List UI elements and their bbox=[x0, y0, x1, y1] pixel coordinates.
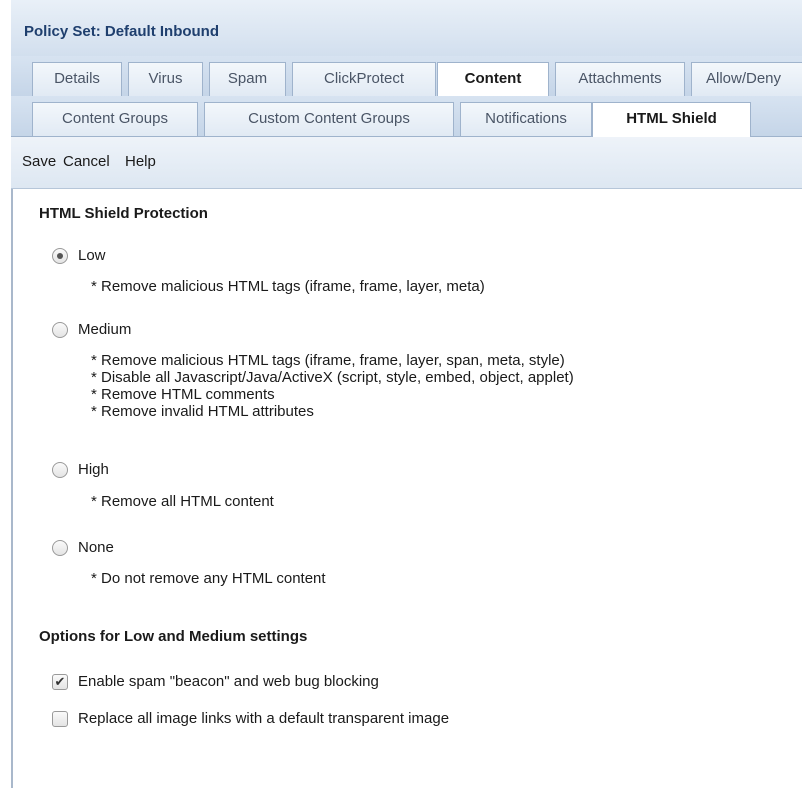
help-button[interactable]: Help bbox=[125, 153, 156, 170]
tab-content-groups[interactable]: Content Groups bbox=[32, 102, 198, 136]
tab-clickprotect[interactable]: ClickProtect bbox=[292, 62, 436, 96]
cancel-button[interactable]: Cancel bbox=[63, 153, 110, 170]
none-detail: * Do not remove any HTML content bbox=[91, 570, 326, 587]
low-label: Low bbox=[78, 247, 106, 264]
main-tab-bar: Details Virus Spam ClickProtect Content … bbox=[11, 56, 802, 97]
none-label: None bbox=[78, 539, 114, 556]
medium-detail: * Remove HTML comments bbox=[91, 386, 275, 403]
replace-image-links-checkbox[interactable] bbox=[52, 711, 68, 727]
tab-details[interactable]: Details bbox=[32, 62, 122, 96]
options-heading: Options for Low and Medium settings bbox=[39, 628, 308, 645]
protection-heading: HTML Shield Protection bbox=[39, 205, 208, 222]
page-title: Policy Set: Default Inbound bbox=[24, 23, 220, 40]
beacon-blocking-label: Enable spam "beacon" and web bug blockin… bbox=[78, 673, 379, 690]
html-shield-form: HTML Shield Protection Low * Remove mali… bbox=[11, 189, 802, 788]
tab-spam[interactable]: Spam bbox=[209, 62, 286, 96]
high-radio[interactable] bbox=[52, 462, 68, 478]
policy-panel: Policy Set: Default Inbound Details Viru… bbox=[11, 0, 802, 788]
medium-radio[interactable] bbox=[52, 322, 68, 338]
low-radio[interactable] bbox=[52, 248, 68, 264]
tab-custom-content-groups[interactable]: Custom Content Groups bbox=[204, 102, 454, 136]
none-radio[interactable] bbox=[52, 540, 68, 556]
tab-notifications[interactable]: Notifications bbox=[460, 102, 592, 136]
medium-detail: * Remove malicious HTML tags (iframe, fr… bbox=[91, 352, 565, 369]
high-detail: * Remove all HTML content bbox=[91, 493, 274, 510]
tab-virus[interactable]: Virus bbox=[128, 62, 203, 96]
title-bar: Policy Set: Default Inbound bbox=[11, 0, 802, 57]
tab-content[interactable]: Content bbox=[437, 62, 549, 97]
action-toolbar: Save Cancel Help bbox=[11, 137, 802, 189]
medium-label: Medium bbox=[78, 321, 132, 338]
low-detail: * Remove malicious HTML tags (iframe, fr… bbox=[91, 278, 485, 295]
save-button[interactable]: Save bbox=[22, 153, 56, 170]
tab-html-shield[interactable]: HTML Shield bbox=[592, 102, 751, 137]
high-label: High bbox=[78, 461, 109, 478]
tab-allow-deny[interactable]: Allow/Deny bbox=[691, 62, 802, 96]
medium-detail: * Remove invalid HTML attributes bbox=[91, 403, 314, 420]
medium-detail: * Disable all Javascript/Java/ActiveX (s… bbox=[91, 369, 574, 386]
beacon-blocking-checkbox[interactable]: ✔ bbox=[52, 674, 68, 690]
tab-attachments[interactable]: Attachments bbox=[555, 62, 685, 96]
replace-image-links-label: Replace all image links with a default t… bbox=[78, 710, 450, 727]
sub-tab-bar: Content Groups Custom Content Groups Not… bbox=[11, 96, 802, 137]
